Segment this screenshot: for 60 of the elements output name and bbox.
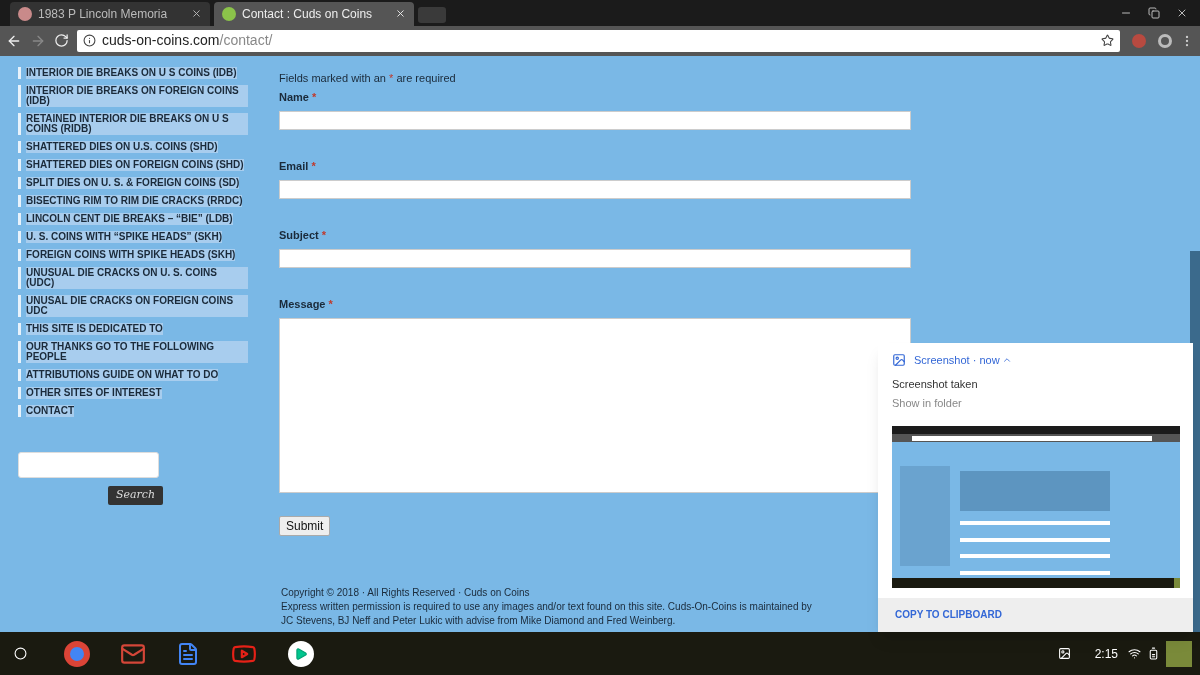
address-bar[interactable]: cuds-on-coins.com/contact/ (77, 29, 1120, 52)
copyright-text: Copyright © 2018 · All Rights Reserved · Cuds on Coins (280, 585, 530, 599)
extension-icon[interactable] (1158, 33, 1172, 48)
search-field[interactable] (18, 451, 159, 478)
screenshot-icon (892, 353, 906, 368)
tab-title: Contact : Cuds on Coins (242, 5, 374, 23)
field-label: Subject * (279, 228, 328, 242)
sidebar-link[interactable]: BISECTING RIM TO RIM DIE CRACKS (RRDC) (26, 194, 243, 207)
info-icon[interactable] (83, 34, 96, 48)
notification-app: Screenshot · now (914, 353, 1000, 368)
close-icon[interactable] (191, 8, 202, 20)
favicon-icon (222, 6, 236, 21)
sidebar-link[interactable]: UNUSAL DIE CRACKS ON FOREIGN COINS UDC (26, 294, 248, 317)
sidebar-link[interactable]: UNUSUAL DIE CRACKS ON U. S. COINS (UDC) (26, 266, 248, 289)
submit-button[interactable]: Submit (279, 515, 331, 536)
sidebar-link[interactable]: SHATTERED DIES ON U.S. COINS (SHD) (26, 140, 218, 153)
tab-title: 1983 P Lincoln Memoria (38, 5, 169, 23)
sidebar-link[interactable]: U. S. COINS WITH “SPIKE HEADS” (SKH) (26, 230, 223, 243)
browser-tab[interactable]: 1983 P Lincoln Memoria (10, 1, 210, 26)
sidebar-link[interactable]: CONTACT (26, 404, 75, 417)
play-store-icon[interactable] (288, 640, 314, 667)
browser-tab[interactable]: Contact : Cuds on Coins (214, 1, 414, 26)
sidebar-link[interactable]: LINCOLN CENT DIE BREAKS – “BIE” (LDB) (26, 212, 233, 225)
launcher-icon[interactable] (14, 647, 27, 661)
bookmark-star-icon[interactable] (1101, 34, 1114, 48)
notification-subtitle[interactable]: Show in folder (878, 395, 1193, 412)
favicon-icon (18, 6, 32, 21)
copy-to-clipboard-button[interactable]: COPY TO CLIPBOARD (895, 607, 1002, 623)
user-avatar[interactable] (1166, 640, 1192, 667)
sidebar-link[interactable]: SHATTERED DIES ON FOREIGN COINS (SHD) (26, 158, 244, 171)
field-label: Message * (279, 297, 334, 311)
sidebar-link[interactable]: THIS SITE IS DEDICATED TO (26, 322, 163, 335)
sidebar-link[interactable]: RETAINED INTERIOR DIE BREAKS ON U S COINS (RIDB) (26, 112, 248, 135)
url-text: cuds-on-coins.com/contact/ (102, 31, 274, 51)
sidebar-link[interactable]: INTERIOR DIE BREAKS ON U S COINS (IDB) (26, 66, 237, 79)
screenshot-icon[interactable] (1057, 647, 1071, 661)
text-field[interactable] (279, 179, 911, 199)
text-field[interactable] (279, 248, 911, 268)
sidebar-link[interactable]: OTHER SITES OF INTEREST (26, 386, 162, 399)
sidebar-link[interactable]: OUR THANKS GO TO THE FOLLOWING PEOPLE (26, 340, 248, 363)
sidebar-link[interactable]: SPLIT DIES ON U. S. & FOREIGN COINS (SD) (26, 176, 240, 189)
restore-icon[interactable] (1148, 7, 1160, 19)
text-field[interactable] (279, 110, 911, 130)
notification-title: Screenshot taken (891, 376, 979, 392)
sidebar-link[interactable]: INTERIOR DIE BREAKS ON FOREIGN COINS (IDB) (26, 84, 248, 107)
reload-icon[interactable] (54, 33, 69, 49)
sidebar-link[interactable]: FOREIGN COINS WITH SPIKE HEADS (SKH) (26, 248, 236, 261)
footer-text: Express written permission is required to use any images and/or text found on this site. Cuds-On-Coins is maintained by JC Stevens, BJ Neff and Peter Lukic with advise from Mike Diamond and Fred Weinberg. (280, 599, 813, 628)
sidebar-link[interactable]: ATTRIBUTIONS GUIDE ON WHAT TO DO (26, 368, 219, 381)
search-button[interactable]: Search (108, 485, 164, 505)
clock-text[interactable]: 2:15 (1094, 644, 1118, 663)
battery-icon[interactable] (1147, 647, 1160, 661)
close-icon[interactable] (395, 8, 406, 20)
browser-app-icon[interactable] (64, 640, 90, 667)
field-label: Name * (279, 90, 318, 104)
document-icon[interactable] (176, 640, 200, 667)
close-icon[interactable] (1176, 7, 1188, 19)
required-note: Fields marked with an * are required (279, 71, 457, 85)
wifi-icon[interactable] (1128, 647, 1141, 661)
field-label: Email * (279, 159, 317, 173)
